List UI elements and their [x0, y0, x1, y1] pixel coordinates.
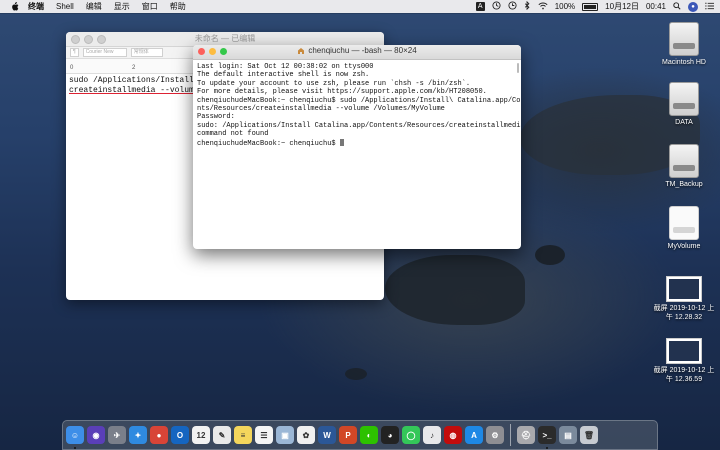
desktop-icon-label: MyVolume	[667, 243, 701, 250]
trash-icon[interactable]: 🗑	[580, 426, 598, 444]
folder-icon[interactable]: ▤	[559, 426, 577, 444]
launchpad-icon[interactable]: ✈	[108, 426, 126, 444]
terminal-window[interactable]: chenqiuchu — -bash — 80×24 Last login: S…	[193, 45, 521, 249]
powerpoint-icon[interactable]: P	[339, 426, 357, 444]
font-family-select[interactable]: Courier New	[82, 48, 127, 57]
spotlight-icon[interactable]	[673, 1, 681, 12]
document-line: sudo /Applications/Install\	[69, 76, 199, 85]
word-icon[interactable]: W	[318, 426, 336, 444]
output-line: The default interactive shell is now zsh…	[197, 71, 370, 80]
paragraph-style-select[interactable]: ¶	[70, 48, 79, 57]
notification-center-icon[interactable]	[705, 2, 714, 12]
wallpaper-rock	[345, 368, 367, 380]
hdd-icon	[669, 206, 699, 240]
chrome-icon[interactable]: ●	[150, 426, 168, 444]
desktop-drive-myvolume[interactable]: MyVolume	[646, 206, 720, 251]
screenshot-icon	[666, 276, 702, 302]
hdd-icon	[669, 144, 699, 178]
wallpaper-island	[385, 255, 525, 325]
wechat-icon[interactable]: ◐	[360, 426, 378, 444]
desktop-drive-tm-backup[interactable]: TM_Backup	[646, 144, 720, 189]
clock-icon[interactable]	[508, 1, 517, 12]
notes-icon[interactable]: ≡	[234, 426, 252, 444]
disk-utility-icon[interactable]: ⛑	[517, 426, 535, 444]
font-style-select[interactable]: 常规体	[130, 48, 163, 57]
menu-view[interactable]: 显示	[114, 1, 130, 12]
system-preferences-icon[interactable]: ⚙	[486, 426, 504, 444]
dock-separator	[510, 424, 511, 446]
desktop-icon-label: 截屏 2019-10-12 上	[653, 367, 715, 374]
output-line: Last login: Sat Oct 12 00:38:02 on ttys0…	[197, 63, 374, 71]
menu-shell[interactable]: Shell	[56, 2, 74, 11]
safari-icon[interactable]: ✦	[129, 426, 147, 444]
input-source-icon[interactable]: A	[475, 2, 485, 11]
output-line: chenqiuchudeMacBook:~ chenqiuchu$ sudo /…	[197, 96, 521, 105]
output-line: Password:	[197, 113, 235, 122]
terminal-icon[interactable]: >_	[538, 426, 556, 449]
output-line: command not found	[197, 130, 269, 139]
shell-prompt: chenqiuchudeMacBook:~ chenqiuchu$	[197, 139, 340, 148]
pages-icon[interactable]: ✎	[213, 426, 231, 444]
hdd-icon	[669, 82, 699, 116]
ruler-mark: 0	[70, 65, 74, 71]
window-title-wrap: chenqiuchu — -bash — 80×24	[193, 46, 521, 55]
app-store-icon[interactable]: A	[465, 426, 483, 444]
desktop-icon-label: Macintosh HD	[662, 59, 706, 66]
reminders-icon[interactable]: ☰	[255, 426, 273, 444]
menu-date[interactable]: 10月12日	[605, 1, 639, 12]
desktop-icon-label: 截屏 2019-10-12 上	[653, 305, 715, 312]
siri-icon[interactable]: ◉	[87, 426, 105, 444]
terminal-titlebar[interactable]: chenqiuchu — -bash — 80×24	[193, 45, 521, 60]
photos-icon[interactable]: ✿	[297, 426, 315, 444]
menu-bar: 终端 Shell 编辑 显示 窗口 帮助 A 100% 10月12日 00:41…	[0, 0, 720, 13]
output-line: nts/Resources/createinstallmedia --volum…	[197, 105, 445, 114]
finder-icon[interactable]: ☺	[66, 426, 84, 449]
qq-icon[interactable]: ◕	[381, 426, 399, 444]
output-line: For more details, please visit https://s…	[197, 88, 487, 97]
preview-icon[interactable]: ▣	[276, 426, 294, 444]
desktop-icon-label: DATA	[675, 119, 693, 126]
text-cursor	[339, 138, 344, 146]
menu-edit[interactable]: 编辑	[86, 1, 102, 12]
desktop-icon-label: 午 12.36.59	[665, 376, 703, 383]
output-line: To update your account to use zsh, pleas…	[197, 79, 471, 88]
calendar-icon[interactable]: 12	[192, 426, 210, 444]
outlook-icon[interactable]: O	[171, 426, 189, 444]
menu-time[interactable]: 00:41	[646, 2, 666, 11]
itunes-icon[interactable]: ♪	[423, 426, 441, 444]
output-line: sudo: /Applications/Install Catalina.app…	[197, 121, 521, 130]
bluetooth-icon[interactable]	[524, 0, 531, 12]
terminal-output[interactable]: Last login: Sat Oct 12 00:38:02 on ttys0…	[193, 60, 521, 151]
desktop-drive-data[interactable]: DATA	[646, 82, 720, 127]
battery-percent[interactable]: 100%	[555, 2, 575, 11]
home-folder-icon	[297, 47, 305, 54]
battery-icon[interactable]	[582, 2, 599, 11]
menu-help[interactable]: 帮助	[170, 1, 186, 12]
messages-icon[interactable]: ◯	[402, 426, 420, 444]
menu-window[interactable]: 窗口	[142, 1, 158, 12]
window-title: chenqiuchu — -bash — 80×24	[308, 46, 417, 55]
desktop-drive-macintosh-hd[interactable]: Macintosh HD	[646, 22, 720, 67]
wifi-icon[interactable]	[538, 2, 548, 12]
user-avatar-icon[interactable]: ●	[688, 1, 698, 12]
window-title: 未命名 — 已编辑	[194, 34, 256, 43]
menu-app-name[interactable]: 终端	[28, 1, 44, 12]
desktop-screenshot-file[interactable]: 截屏 2019-10-12 上 午 12.28.32	[646, 276, 720, 322]
wallpaper-rock	[535, 245, 565, 265]
document-line: createinstallmedia --volume	[69, 86, 199, 95]
desktop-icon-label: TM_Backup	[665, 181, 703, 188]
netease-music-icon[interactable]: ◍	[444, 426, 462, 444]
status-area: A 100% 10月12日 00:41 ●	[475, 0, 714, 13]
desktop-screenshot-file[interactable]: 截屏 2019-10-12 上 午 12.36.59	[646, 338, 720, 384]
time-machine-icon[interactable]	[492, 1, 501, 12]
hdd-icon	[669, 22, 699, 56]
dock: ☺ ◉ ✈ ✦ ● O 12 ✎ ≡ ☰ ▣ ✿ W P ◐ ◕ ◯ ♪ ◍ A ⚙ ⛑ >_ ▤ 🗑	[62, 420, 658, 450]
screenshot-icon	[666, 338, 702, 364]
desktop-icon-label: 午 12.28.32	[665, 314, 703, 321]
apple-menu-icon[interactable]	[10, 2, 20, 12]
ruler-mark: 2	[132, 65, 136, 71]
scrollbar[interactable]	[517, 63, 519, 73]
